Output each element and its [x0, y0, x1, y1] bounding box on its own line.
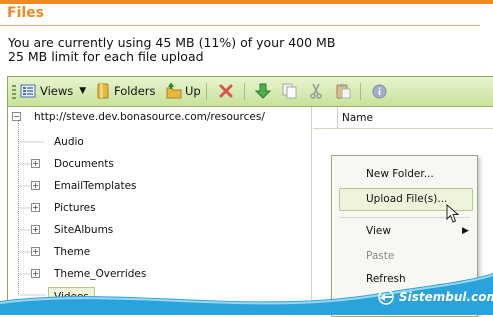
tree-expand-toggle[interactable]: + [31, 247, 40, 256]
copy-icon [282, 83, 297, 99]
views-icon [20, 84, 36, 98]
tree-item-theme[interactable]: Theme [54, 246, 90, 258]
download-arrow-icon [255, 83, 271, 99]
up-label: Up [185, 84, 201, 98]
tree-root[interactable]: http://steve.dev.bonasource.com/resource… [34, 111, 265, 123]
watermark-text: Sistembul.com [399, 290, 493, 304]
sistembul-logo-icon [378, 289, 394, 305]
usage-line-2: 25 MB limit for each file upload [8, 49, 204, 64]
menu-item-paste[interactable]: Paste [366, 250, 394, 262]
usage-line-1: You are currently using 45 MB (11%) of y… [8, 35, 336, 50]
delete-button[interactable] [219, 81, 233, 101]
chevron-down-icon: ▼ [79, 86, 87, 96]
mouse-cursor-icon [446, 204, 460, 223]
clipboard-icon [336, 84, 351, 99]
submenu-arrow-icon: ▶ [462, 226, 469, 236]
folders-button[interactable]: Folders [96, 81, 156, 101]
toolbar-separator [360, 83, 361, 100]
views-button[interactable]: Views ▼ [20, 81, 86, 101]
info-button[interactable] [372, 81, 387, 101]
tree-item-sitealbums[interactable]: SiteAlbums [54, 224, 113, 236]
toolbar-separator [244, 83, 245, 100]
grid-column-select[interactable] [313, 107, 338, 128]
page-title: Files [7, 5, 44, 21]
toolbar: Views ▼ Folders Up [8, 77, 493, 107]
grid-column-name[interactable]: Name [342, 112, 373, 124]
menu-item-upload-files[interactable]: Upload File(s)... [366, 193, 447, 205]
file-grid-header: Name [313, 107, 493, 129]
copy-button[interactable] [282, 81, 298, 101]
tree-expand-toggle[interactable]: + [31, 159, 40, 168]
download-button[interactable] [255, 81, 271, 101]
tree-collapse-toggle[interactable]: − [12, 112, 21, 121]
delete-icon [219, 84, 233, 98]
tree-expand-toggle[interactable]: + [31, 225, 40, 234]
tree-expand-toggle[interactable]: + [31, 203, 40, 212]
scissors-icon [310, 83, 322, 99]
usage-info: You are currently using 45 MB (11%) of y… [8, 36, 335, 64]
folder-up-icon [166, 83, 182, 99]
tree-item-documents[interactable]: Documents [54, 158, 114, 170]
title-divider [0, 25, 480, 26]
window-top-border [0, 0, 493, 4]
folders-label: Folders [114, 84, 156, 98]
toolbar-separator [206, 83, 207, 100]
cut-button[interactable] [309, 81, 323, 101]
toolbar-grip[interactable] [12, 85, 16, 99]
up-button[interactable]: Up [166, 81, 201, 101]
views-label: Views [40, 84, 74, 98]
tree-item-audio[interactable]: Audio [54, 136, 84, 148]
watermark-logo: Sistembul.com [376, 289, 493, 305]
tree-item-pictures[interactable]: Pictures [54, 202, 96, 214]
menu-item-view[interactable]: View [366, 225, 391, 237]
info-icon [372, 84, 387, 98]
tree-expand-toggle[interactable]: + [31, 181, 40, 190]
tree-item-emailtemplates[interactable]: EmailTemplates [54, 180, 137, 192]
menu-item-new-folder[interactable]: New Folder... [366, 168, 434, 180]
paste-button[interactable] [335, 81, 351, 101]
folders-icon [97, 83, 109, 99]
